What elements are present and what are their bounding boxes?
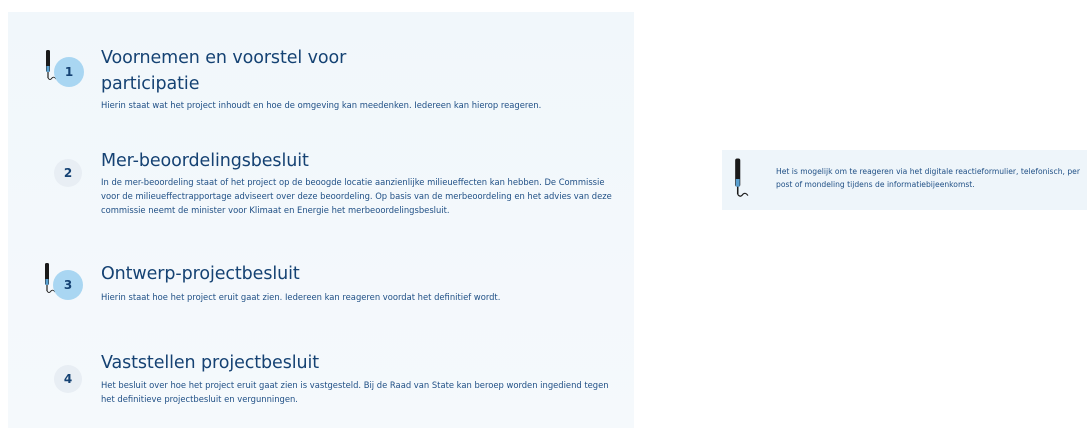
- step-description: Het besluit over hoe het project eruit g…: [101, 380, 609, 404]
- step-number-badge: 2: [54, 159, 82, 187]
- legend-text: Het is mogelijk om te reageren via het d…: [776, 167, 1080, 189]
- step-description: Hierin staat wat het project inhoudt en …: [101, 100, 542, 110]
- step-title: Ontwerp-projectbesluit: [101, 264, 300, 284]
- step-description: In de mer-beoordeling staat of het proje…: [101, 177, 612, 215]
- pen-icon: [735, 158, 749, 197]
- step-title-continued: participatie: [101, 74, 200, 94]
- step-description: Hierin staat hoe het project eruit gaat …: [101, 292, 501, 302]
- step-title: Voornemen en voorstel voor: [101, 48, 347, 68]
- step-number-badge: 1: [54, 57, 84, 87]
- step-title: Vaststellen projectbesluit: [101, 353, 320, 373]
- step-number-badge: 3: [53, 270, 83, 300]
- step-title: Mer-beoordelingsbesluit: [101, 151, 309, 171]
- step-number-badge: 4: [54, 365, 82, 393]
- legend-box: Het is mogelijk om te reageren via het d…: [722, 150, 1087, 210]
- process-steps-panel: 1 Voornemen en voorstel voor participati…: [8, 12, 634, 428]
